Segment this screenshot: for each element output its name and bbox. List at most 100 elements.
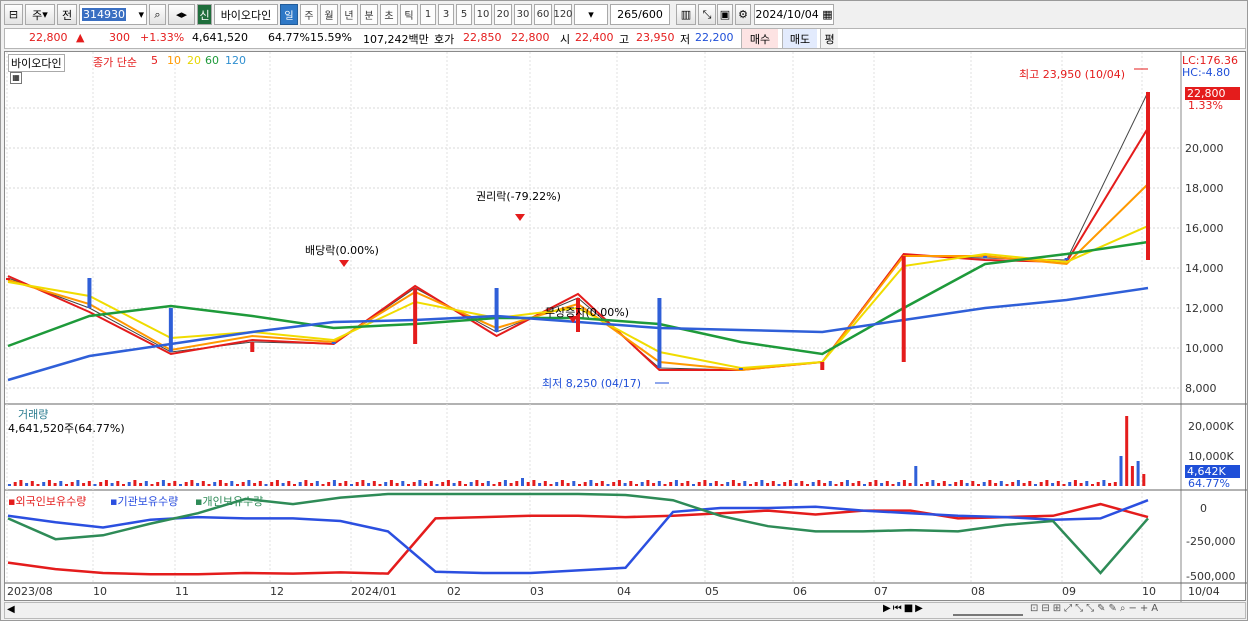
volume-bar (401, 481, 405, 486)
volume-bar (287, 481, 291, 486)
gear-icon[interactable]: ⚙ (735, 4, 751, 25)
volume-bar (8, 484, 11, 486)
chart-area[interactable]: 바이오다인 종가 단순 5 10 20 60 120 ▦ LC:176.36 H… (4, 51, 1247, 602)
chart-canvas[interactable] (5, 52, 1247, 602)
y-tick: 16,000 (1185, 222, 1224, 235)
volume-bar (977, 484, 980, 486)
buy-button[interactable]: 매수 (741, 29, 778, 48)
grid-toggle-icon[interactable]: ▦ (10, 72, 22, 84)
event-dividend: 배당락(0.00%) (305, 244, 379, 257)
num-120[interactable]: 120 (553, 4, 573, 25)
num-5[interactable]: 5 (456, 4, 472, 25)
search-icon[interactable]: ⌕ (149, 4, 166, 25)
volume-bar (19, 480, 23, 486)
sell-button[interactable]: 매도 (782, 29, 817, 48)
ma-20: 20 (187, 54, 201, 67)
candle (413, 288, 418, 344)
ma-5: 5 (151, 54, 158, 67)
period-tick[interactable]: 틱 (400, 4, 418, 25)
vol-rate-tag: 64.77% (1188, 477, 1230, 490)
num-60[interactable]: 60 (534, 4, 552, 25)
volume-bar (384, 482, 388, 486)
volume-bar (1113, 482, 1117, 486)
candle-icon[interactable]: ▥ (676, 4, 696, 25)
volume-bar (1096, 482, 1100, 486)
count-field[interactable]: 265/600 (610, 4, 670, 25)
high-note: 최고 23,950 (10/04) (1019, 68, 1126, 81)
volume-bar (65, 484, 68, 486)
volume-bar (663, 484, 667, 486)
volume-bar (1130, 466, 1134, 486)
num-30[interactable]: 30 (514, 4, 532, 25)
prev-button[interactable]: 전 (57, 4, 77, 25)
layout-icon[interactable]: ⊟ (4, 4, 23, 25)
volume-bar (412, 482, 416, 486)
volume-bar (823, 483, 827, 486)
num-3[interactable]: 3 (438, 4, 454, 25)
x-tick: 09 (1062, 585, 1076, 598)
y-tick: 8,000 (1185, 382, 1217, 395)
playback-icons[interactable]: ▶⏮■▶ (883, 603, 925, 614)
volume-bar (777, 484, 781, 486)
num-1[interactable]: 1 (420, 4, 436, 25)
volume-bar (572, 481, 576, 486)
high-label: 고 (619, 33, 630, 46)
num-20[interactable]: 20 (494, 4, 512, 25)
toolbar: ⊟ 주 ▾ 전 314930 ▾ ⌕ ◂▸ 신 바이오다인 일 주 월 년 분 초 … (1, 4, 1248, 26)
period-minute[interactable]: 분 (360, 4, 378, 25)
volume-bar (190, 480, 194, 486)
volume-bar (971, 481, 975, 486)
amount: 107,242백만 (363, 33, 429, 46)
crosshair-icon[interactable]: ⤡ (698, 4, 716, 25)
volume-bar (680, 483, 684, 486)
volume-bar (498, 482, 502, 486)
period-day[interactable]: 일 (280, 4, 298, 25)
vol-tick: 20,000K (1188, 420, 1234, 433)
candle (250, 342, 255, 352)
volume-bar (156, 482, 160, 486)
period-dropdown[interactable]: ▾ (574, 4, 608, 25)
volume-bar (937, 483, 941, 486)
volume-bar (726, 482, 730, 486)
volume-bar (247, 480, 251, 486)
scroll-left-icon[interactable]: ◀ (7, 604, 15, 615)
volume-bar (321, 484, 325, 486)
vol-rate: 64.77% (268, 31, 310, 44)
period-second[interactable]: 초 (380, 4, 398, 25)
volume-bar (526, 482, 530, 486)
date-field[interactable]: 2024/10/04 ▦ (754, 4, 834, 25)
volume-bar (954, 482, 958, 486)
volume-value: 4,641,520주(64.77%) (8, 422, 125, 435)
event-rights: 권리락(-79.22%) (476, 190, 561, 203)
market-select[interactable]: 주 ▾ (25, 4, 55, 25)
candle (657, 298, 662, 368)
volume-bar (458, 481, 462, 486)
code-input[interactable]: 314930 ▾ (79, 4, 147, 25)
volume-bar (515, 481, 519, 486)
avg-button[interactable]: 평 (820, 29, 838, 48)
period-month[interactable]: 월 (320, 4, 338, 25)
volume-bar (241, 482, 245, 486)
volume-bar (424, 483, 428, 486)
volume-bar (560, 480, 564, 486)
tool-icons[interactable]: ⊡⊟⊞⤢⤡⤡✎✎⌕−+A (1030, 603, 1161, 614)
change: 300 (109, 31, 130, 44)
num-10[interactable]: 10 (474, 4, 492, 25)
volume-bar (817, 480, 821, 486)
volume-bar (435, 484, 439, 486)
y-tick: 10,000 (1185, 342, 1224, 355)
volume-bar (1039, 482, 1043, 486)
candle (983, 256, 988, 258)
x-tick: 10/04 (1188, 585, 1220, 598)
sound-icon[interactable]: ◂▸ (168, 4, 195, 25)
x-tick: 02 (447, 585, 461, 598)
volume-bar (942, 481, 946, 486)
volume-bar (93, 484, 97, 486)
chart-scrollbar[interactable]: ◀ ▶⏮■▶ ⊡⊟⊞⤢⤡⤡✎✎⌕−+A (4, 602, 1246, 619)
volume-bar (1136, 461, 1140, 486)
zoom-slider[interactable] (953, 604, 1023, 616)
candle (901, 256, 906, 362)
period-week[interactable]: 주 (300, 4, 318, 25)
save-icon[interactable]: ▣ (717, 4, 733, 25)
period-year[interactable]: 년 (340, 4, 358, 25)
